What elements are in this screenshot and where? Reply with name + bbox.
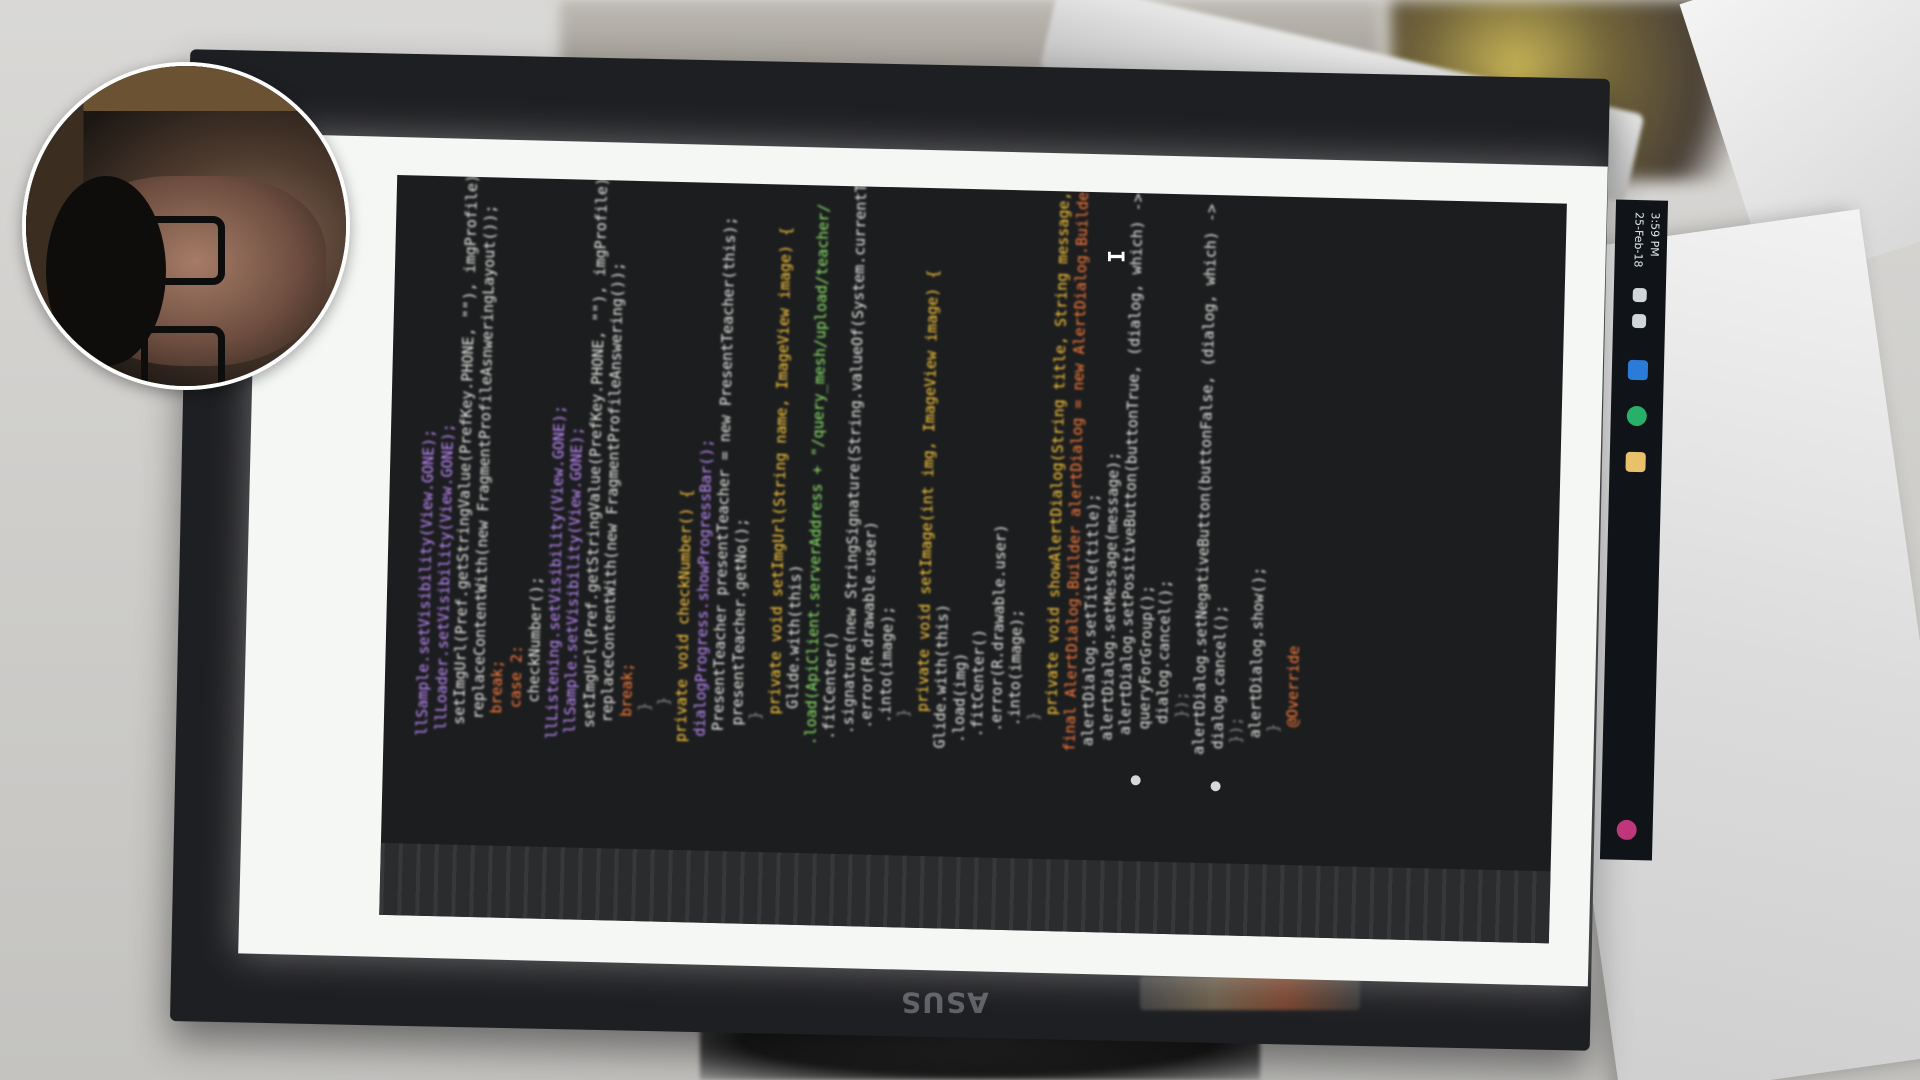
code-line: .load(img) bbox=[949, 652, 970, 744]
code-line: .fitCenter() bbox=[967, 628, 989, 738]
monitor-screen: llSample.setVisibility(View.GONE); llLoad… bbox=[238, 133, 1608, 987]
code-line: } bbox=[894, 708, 913, 718]
code-line: } bbox=[635, 701, 654, 712]
fold-marker-icon bbox=[1130, 775, 1141, 786]
clock-time[interactable]: 3:59 PM bbox=[1648, 212, 1662, 257]
code-line: .into(image); bbox=[875, 605, 897, 724]
clock-date[interactable]: 25-Feb-18 bbox=[1631, 212, 1645, 268]
code-editor: llSample.setVisibility(View.GONE); llLoad… bbox=[379, 175, 1567, 944]
code-area: llSample.setVisibility(View.GONE); llLoad… bbox=[397, 175, 1567, 755]
photo-scene: ASUS llSample.setVisibility(View.GONE); l… bbox=[0, 0, 1920, 1080]
code-line: }); bbox=[1226, 716, 1246, 744]
webcam-overlay bbox=[22, 62, 350, 390]
code-line: .fitCenter() bbox=[819, 631, 841, 740]
fold-marker-icon bbox=[1210, 781, 1221, 792]
code-line: } bbox=[1263, 723, 1283, 733]
text-cursor-icon: I bbox=[1102, 249, 1128, 264]
editor-gutter bbox=[379, 842, 1551, 944]
code-line: presentTeacher.getNo(); bbox=[727, 517, 751, 726]
code-line: } bbox=[1023, 711, 1042, 721]
taskbar-app-icon[interactable] bbox=[1627, 359, 1649, 381]
code-line: break; bbox=[487, 659, 507, 714]
code-line: }); bbox=[1171, 691, 1191, 719]
volume-icon[interactable] bbox=[1632, 287, 1647, 303]
taskbar-app-icon[interactable] bbox=[1626, 405, 1648, 427]
code-line: dialog.cancel(); bbox=[1153, 579, 1175, 725]
monitor-brand-logo: ASUS bbox=[900, 986, 989, 1019]
monitor-sticker bbox=[1140, 976, 1360, 1010]
code-line: } bbox=[653, 696, 673, 706]
code-line: case 2: bbox=[505, 644, 526, 709]
code-line: } bbox=[746, 710, 765, 721]
code-line: @Override bbox=[1282, 645, 1303, 728]
network-icon[interactable] bbox=[1631, 313, 1647, 329]
glasses-icon bbox=[141, 216, 225, 285]
code-line: Glide.with(this) bbox=[783, 564, 805, 710]
glasses-icon bbox=[141, 326, 225, 386]
code-line: Glide.with(this) bbox=[930, 603, 952, 749]
code-line: break; bbox=[616, 662, 636, 718]
code-line: checkNumber(); bbox=[524, 575, 546, 703]
taskbar-app-icon[interactable] bbox=[1625, 451, 1646, 473]
code-line: alertDialog.show(); bbox=[1245, 566, 1268, 739]
code-line: .into(image); bbox=[1004, 608, 1026, 727]
taskbar-app-icon[interactable] bbox=[1616, 819, 1637, 841]
